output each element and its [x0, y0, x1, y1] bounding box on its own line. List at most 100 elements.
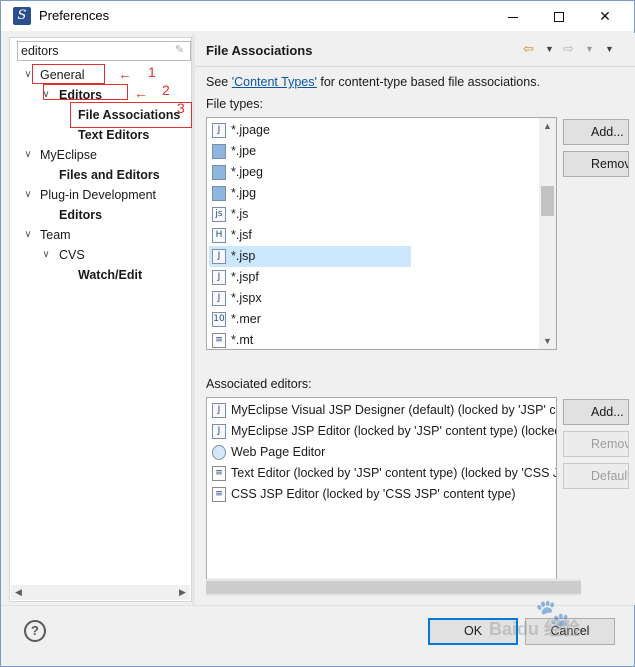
watermark-text: Baidu 经验 — [489, 619, 581, 639]
scroll-down-icon[interactable]: ▼ — [539, 333, 556, 349]
default-editor-button[interactable]: Default — [563, 463, 629, 489]
minimize-button[interactable] — [490, 1, 536, 31]
button-label: Add... — [591, 405, 624, 419]
maximize-icon — [554, 12, 564, 23]
mer-file-icon: 10 — [212, 312, 226, 327]
editor-name: MyEclipse Visual JSP Designer (default) … — [231, 403, 556, 417]
add-file-type-button[interactable]: Add... — [563, 119, 629, 145]
content-types-hint: See 'Content Types' for content-type bas… — [206, 75, 540, 89]
list-item[interactable]: *.jpe — [209, 141, 411, 162]
jsp-file-icon: J — [212, 123, 226, 138]
close-button[interactable]: ✕ — [582, 1, 628, 31]
annotation-box-2 — [43, 84, 128, 100]
button-label: Remove — [591, 437, 628, 451]
list-item[interactable]: H *.jsf — [209, 225, 411, 246]
add-editor-button[interactable]: Add... — [563, 399, 629, 425]
preferences-window: S Preferences ✕ editors ✎ ∨ General ∨ Ed… — [0, 0, 635, 667]
scroll-right-icon[interactable]: ▶ — [175, 585, 190, 600]
image-file-icon — [212, 186, 226, 201]
scroll-up-icon[interactable]: ▲ — [539, 118, 556, 134]
js-file-icon: js — [212, 207, 226, 222]
list-item[interactable]: ≡ Text Editor (locked by 'JSP' content ty… — [209, 463, 556, 484]
watermark: 🐾 Baidu 经验 — [489, 595, 634, 643]
tree-item-files-and-editors[interactable]: Files and Editors — [59, 165, 160, 185]
chevron-down-icon[interactable]: ∨ — [40, 245, 52, 265]
list-item[interactable]: J *.jpage — [209, 120, 411, 141]
scroll-thumb[interactable] — [206, 581, 581, 594]
list-item[interactable]: J MyEclipse JSP Editor (locked by 'JSP' c… — [209, 421, 556, 442]
file-type-name: *.js — [231, 207, 249, 221]
file-types-vertical-scrollbar[interactable]: ▲ ▼ — [539, 118, 556, 349]
filter-input[interactable]: editors ✎ — [17, 41, 191, 61]
file-types-list[interactable]: J *.jpage *.jpe *.jpeg *.jpg js *.js H *.js… — [206, 117, 557, 350]
list-item[interactable]: J *.jspx — [209, 288, 411, 309]
image-file-icon — [212, 165, 226, 180]
page-horizontal-scrollbar[interactable] — [206, 579, 581, 596]
css-editor-icon: ≡ — [212, 487, 226, 502]
title-bar: S Preferences ✕ — [1, 1, 634, 31]
content-types-link[interactable]: 'Content Types' — [232, 75, 317, 89]
tree-item-team[interactable]: Team — [40, 225, 71, 245]
list-item[interactable]: 10 *.mer — [209, 309, 411, 330]
jsp-editor-icon: J — [212, 403, 226, 418]
page-header: File Associations ⇦ ▼ ⇨ ▼ ▼ — [195, 33, 635, 67]
image-file-icon — [212, 144, 226, 159]
back-dropdown-icon[interactable]: ▼ — [545, 42, 554, 56]
file-type-name: *.jspx — [231, 291, 262, 305]
text-editor-icon: ≡ — [212, 466, 226, 481]
list-item[interactable]: Web Page Editor — [209, 442, 325, 463]
list-item[interactable]: J MyEclipse Visual JSP Designer (default)… — [209, 400, 556, 421]
button-label: Add... — [591, 125, 624, 139]
app-icon: S — [13, 7, 31, 25]
button-label: Default — [591, 469, 629, 483]
hint-suffix: for content-type based file associations… — [316, 75, 540, 89]
jsp-file-icon: J — [212, 249, 226, 264]
close-icon: ✕ — [599, 8, 611, 24]
window-title: Preferences — [39, 8, 110, 23]
forward-arrow-icon[interactable]: ⇨ — [563, 42, 574, 56]
remove-file-type-button[interactable]: Remove — [563, 151, 629, 177]
list-item[interactable]: *.jpeg — [209, 162, 411, 183]
html-file-icon: H — [212, 228, 226, 243]
list-item[interactable]: *.jpg — [209, 183, 411, 204]
file-type-name: *.jspf — [231, 270, 259, 284]
list-item[interactable]: ≡ CSS JSP Editor (locked by 'CSS JSP' con… — [209, 484, 516, 505]
jsp-file-icon: J — [212, 291, 226, 306]
chevron-down-icon[interactable]: ∨ — [22, 145, 34, 165]
remove-editor-button[interactable]: Remove — [563, 431, 629, 457]
list-item[interactable]: J *.jspf — [209, 267, 411, 288]
clear-filter-icon[interactable]: ✎ — [173, 44, 186, 57]
annotation-arrow-1: ← — [118, 66, 132, 82]
scroll-left-icon[interactable]: ◀ — [11, 585, 26, 600]
editor-name: MyEclipse JSP Editor (locked by 'JSP' co… — [231, 424, 556, 438]
associated-editors-list[interactable]: J MyEclipse Visual JSP Designer (default)… — [206, 397, 557, 596]
tree-item-watch-edit[interactable]: Watch/Edit — [78, 265, 142, 285]
button-label: Remove — [591, 157, 628, 171]
view-menu-icon[interactable]: ▼ — [605, 42, 614, 56]
minimize-icon — [508, 16, 518, 18]
editor-name: CSS JSP Editor (locked by 'CSS JSP' cont… — [231, 487, 516, 501]
forward-dropdown-icon[interactable]: ▼ — [585, 42, 594, 56]
page-title: File Associations — [206, 43, 313, 58]
chevron-down-icon[interactable]: ∨ — [22, 225, 34, 245]
tree-horizontal-scrollbar[interactable]: ◀ ▶ — [11, 585, 190, 600]
help-icon[interactable]: ? — [24, 620, 46, 642]
file-type-name: *.jsp — [231, 249, 256, 263]
list-item[interactable]: ≡ *.mt — [209, 330, 411, 349]
annotation-number-2: 2 — [162, 82, 170, 98]
maximize-button[interactable] — [536, 1, 582, 31]
list-item-selected[interactable]: J *.jsp — [209, 246, 411, 267]
tree-item-plugin-editors[interactable]: Editors — [59, 205, 102, 225]
scroll-thumb[interactable] — [541, 186, 554, 216]
annotation-arrow-2: ← — [134, 85, 148, 101]
list-item[interactable]: js *.js — [209, 204, 411, 225]
hint-prefix: See — [206, 75, 232, 89]
annotation-number-3: 3 — [177, 100, 185, 116]
tree-item-myeclipse[interactable]: MyEclipse — [40, 145, 97, 165]
tree-item-cvs[interactable]: CVS — [59, 245, 85, 265]
jsp-editor-icon: J — [212, 424, 226, 439]
chevron-down-icon[interactable]: ∨ — [22, 185, 34, 205]
tree-item-plugin-development[interactable]: Plug-in Development — [40, 185, 156, 205]
tree-item-text-editors[interactable]: Text Editors — [78, 125, 149, 145]
back-arrow-icon[interactable]: ⇦ — [523, 42, 534, 56]
